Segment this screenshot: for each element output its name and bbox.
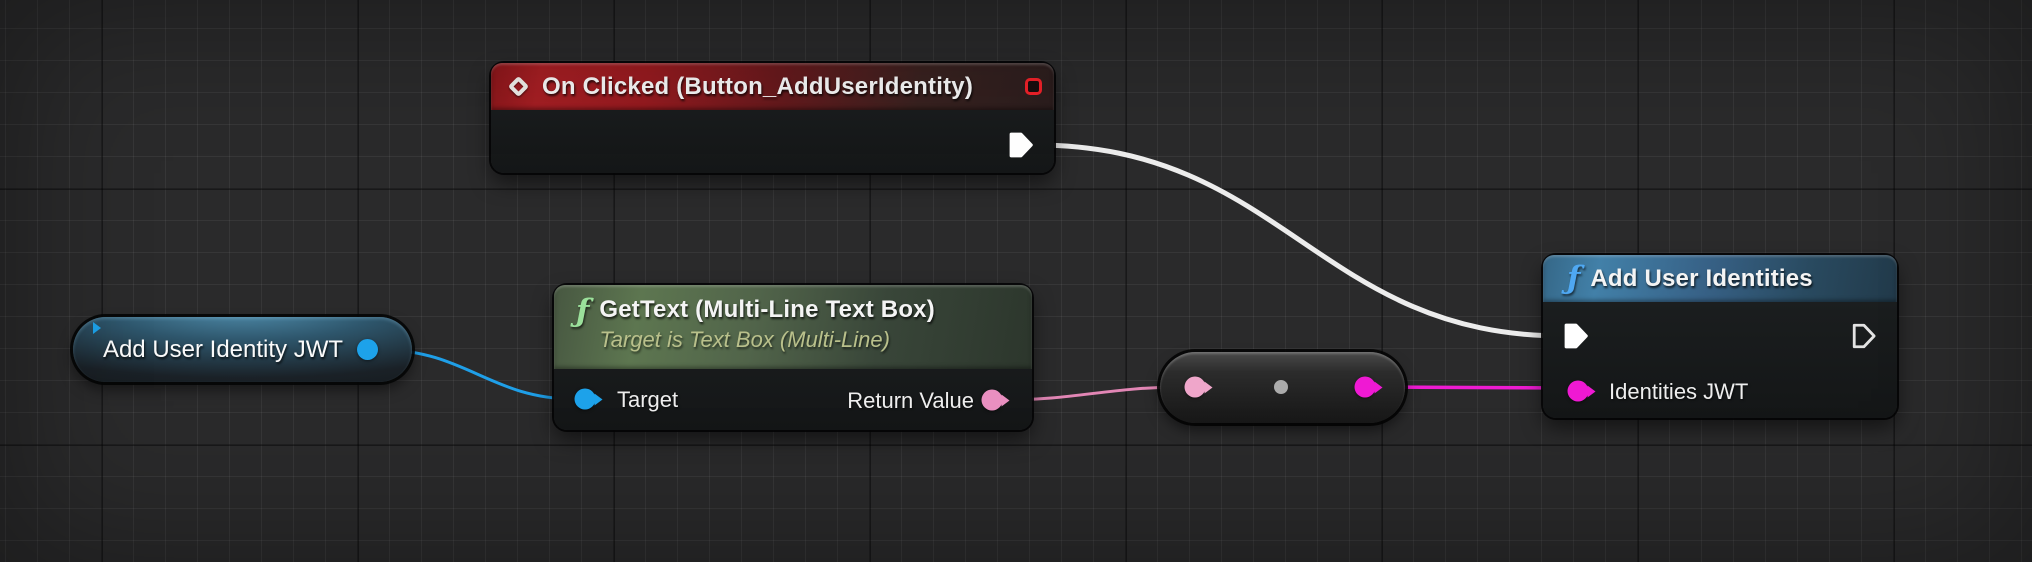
function-icon: ƒ bbox=[576, 296, 589, 327]
node-gettext-multiline-textbox[interactable]: ƒ GetText (Multi-Line Text Box) Target i… bbox=[554, 285, 1032, 430]
wire-exec[interactable] bbox=[1035, 145, 1563, 336]
exec-output-pin[interactable] bbox=[1008, 131, 1036, 159]
node-title: Add User Identities bbox=[1590, 265, 1813, 293]
conversion-output-pin[interactable] bbox=[1355, 377, 1376, 398]
node-header: ƒ GetText (Multi-Line Text Box) Target i… bbox=[554, 285, 1032, 369]
node-variable-get-add-user-identity-jwt[interactable]: Add User Identity JWT bbox=[73, 317, 412, 382]
exec-input-pin[interactable] bbox=[1563, 322, 1591, 350]
node-add-user-identities[interactable]: ƒ Add User Identities Identities JWT bbox=[1543, 255, 1897, 418]
delegate-pin-icon[interactable] bbox=[1025, 78, 1042, 95]
return-value-pin-label: Return Value bbox=[847, 388, 974, 414]
conversion-dot-icon bbox=[1274, 380, 1288, 394]
event-diamond-icon bbox=[508, 76, 529, 97]
conversion-input-pin[interactable] bbox=[1185, 377, 1206, 398]
node-header: On Clicked (Button_AddUserIdentity) bbox=[491, 63, 1054, 110]
node-title: GetText (Multi-Line Text Box) bbox=[599, 296, 935, 324]
node-text-to-string-conversion[interactable] bbox=[1160, 352, 1405, 423]
variable-label: Add User Identity JWT bbox=[73, 336, 357, 364]
wire-string[interactable] bbox=[1377, 387, 1566, 388]
identities-jwt-input-pin[interactable] bbox=[1568, 381, 1589, 402]
target-input-pin[interactable] bbox=[575, 389, 596, 410]
identities-jwt-pin-label: Identities JWT bbox=[1609, 379, 1748, 405]
object-output-pin[interactable] bbox=[357, 339, 378, 360]
node-header: ƒ Add User Identities bbox=[1543, 255, 1897, 302]
function-icon: ƒ bbox=[1567, 263, 1580, 294]
return-value-output-pin[interactable] bbox=[982, 390, 1003, 411]
wire-object[interactable] bbox=[383, 350, 574, 399]
node-on-clicked-event[interactable]: On Clicked (Button_AddUserIdentity) bbox=[491, 63, 1054, 173]
node-subtitle: Target is Text Box (Multi-Line) bbox=[599, 327, 935, 353]
target-pin-label: Target bbox=[617, 387, 678, 413]
node-title: On Clicked (Button_AddUserIdentity) bbox=[542, 73, 973, 101]
blueprint-graph-canvas[interactable]: Add User Identity JWT On Clicked (Button… bbox=[0, 0, 2032, 562]
exec-output-pin[interactable] bbox=[1851, 322, 1879, 350]
